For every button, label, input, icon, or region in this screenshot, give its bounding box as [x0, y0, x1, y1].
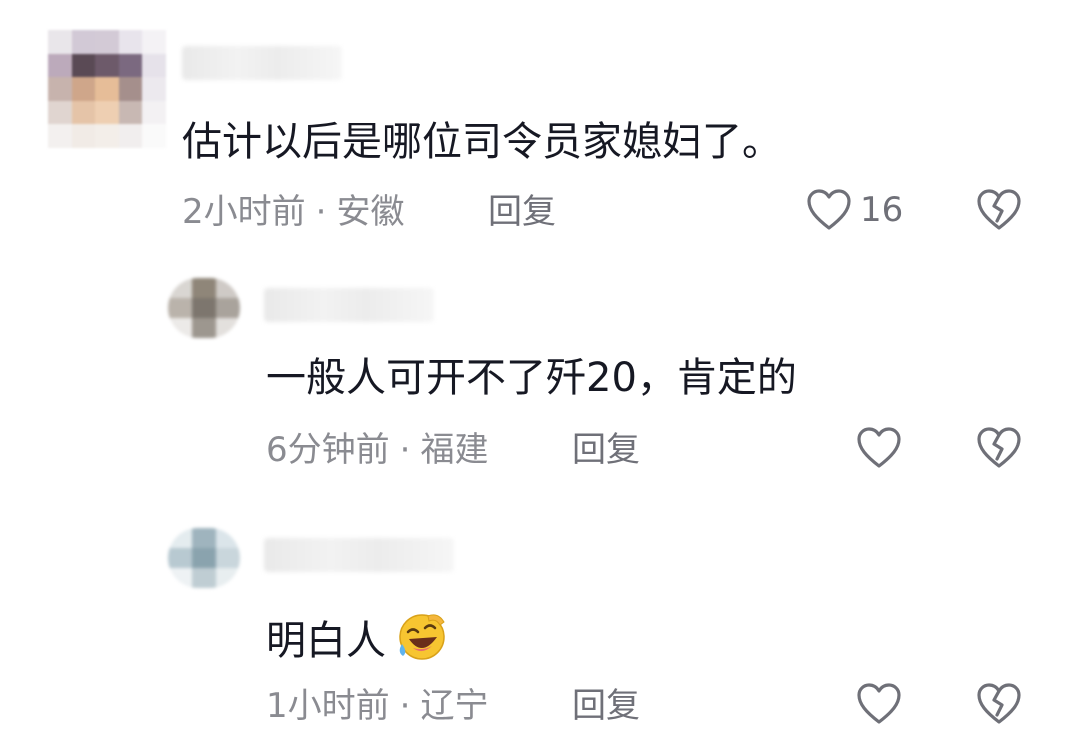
broken-heart-icon[interactable] [976, 188, 1022, 232]
reply-button[interactable]: 回复 [572, 430, 640, 470]
avatar[interactable] [168, 528, 240, 588]
comment-text: 一般人可开不了歼20，肯定的 [266, 355, 797, 401]
meta-separator: · [399, 430, 411, 470]
heart-outline-icon [857, 427, 901, 468]
comment-location: 安徽 [336, 192, 405, 232]
comment-item: 估计以后是哪位司令员家媳妇了。 2小时前 · 安徽 回复 16 [0, 0, 1080, 250]
reply-button[interactable]: 回复 [572, 686, 640, 726]
comment-meta: 2小时前 · 安徽 [182, 192, 404, 232]
reply-comment-item: 一般人可开不了歼20，肯定的 6分钟前 · 福建 回复 [0, 250, 1080, 500]
like-button[interactable] [856, 682, 910, 726]
comment-location: 福建 [420, 430, 489, 470]
comment-text: 估计以后是哪位司令员家媳妇了。 [182, 119, 782, 165]
heart-outline-icon [807, 189, 851, 230]
username-blurred[interactable] [264, 288, 434, 322]
heart-outline-icon [857, 683, 901, 724]
avatar[interactable] [168, 278, 240, 338]
comment-meta: 1小时前 · 辽宁 [266, 686, 488, 726]
comment-time: 2小时前 [182, 192, 306, 232]
comment-location: 辽宁 [420, 686, 489, 726]
broken-heart-icon[interactable] [976, 426, 1022, 470]
rolling-on-floor-laughing-emoji [399, 614, 445, 660]
reply-button[interactable]: 回复 [488, 192, 556, 232]
meta-separator: · [315, 192, 327, 232]
meta-separator: · [399, 686, 411, 726]
comment-time: 1小时前 [266, 686, 390, 726]
like-button[interactable]: 16 [806, 188, 903, 232]
comment-meta: 6分钟前 · 福建 [266, 430, 488, 470]
broken-heart-icon[interactable] [976, 682, 1022, 726]
username-blurred[interactable] [182, 46, 342, 80]
reply-comment-item: 明白人 1小时前 · 辽宁 回复 [0, 500, 1080, 750]
comment-text: 明白人 [266, 610, 450, 665]
username-blurred[interactable] [264, 538, 454, 572]
like-count: 16 [860, 190, 904, 230]
avatar[interactable] [48, 30, 166, 148]
comment-time: 6分钟前 [266, 430, 390, 470]
like-button[interactable] [856, 426, 910, 470]
comment-text-content: 明白人 [266, 618, 386, 664]
